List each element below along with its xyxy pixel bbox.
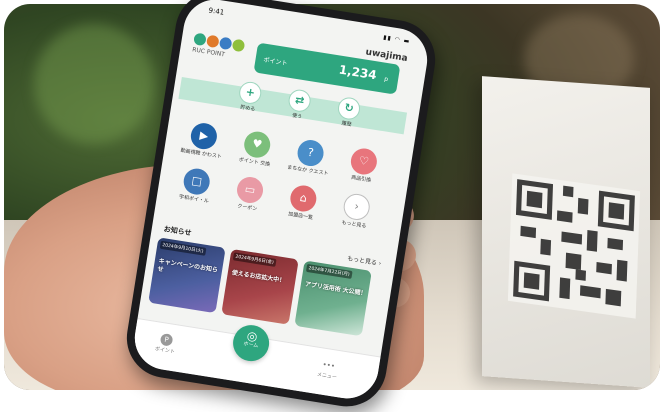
chevron-right-icon: › [341, 192, 372, 222]
use-button[interactable]: ⇄ 使う [277, 87, 321, 123]
point-icon: P [159, 332, 174, 347]
news-carousel: 2024年9月10日(火) キャンペーンのお知らせ 2024年9月6日(金) 使… [148, 237, 385, 338]
news-date: 2024年9月6日(金) [232, 252, 277, 267]
history-icon: ↻ [336, 95, 362, 122]
tab-menu-label: メニュー [316, 371, 338, 381]
menu-item-label: クーポン [236, 203, 258, 213]
app-screen: 9:41 ▮▮ ◠ ▬ uwajima RUC POINT ポイント 1,234… [130, 0, 432, 403]
earn-button[interactable]: + 貯める [227, 79, 271, 115]
status-icons: ▮▮ ◠ ▬ [382, 34, 411, 46]
menu-item-label: 商品引換 [350, 174, 372, 184]
menu-item-quest[interactable]: ? まちなか クエスト [280, 136, 340, 184]
news-heading: お知らせ [163, 225, 193, 238]
heart-icon: ♥ [242, 129, 273, 160]
coupon-icon: ▭ [235, 175, 265, 205]
menu-item-exchange[interactable]: ♥ ポイント 交換 [226, 128, 286, 176]
menu-item-video[interactable]: ▶ 動画視聴 かわスト [173, 119, 233, 167]
menu-grid: ▶ 動画視聴 かわスト ♥ ポイント 交換 ? まちなか クエスト ♡ 商品引換… [166, 119, 393, 238]
menu-item-label: 加盟店一覧 [287, 211, 314, 222]
menu-item-label: 動画視聴 かわスト [180, 147, 223, 161]
logo-dot [231, 38, 246, 53]
menu-item-uwapoi[interactable]: □ 宇和ポイ・ル [166, 165, 226, 213]
history-button[interactable]: ↻ 履歴 [326, 95, 370, 131]
news-card[interactable]: 2024年9月10日(火) キャンペーンのお知らせ [148, 237, 226, 314]
tab-point-label: ポイント [154, 346, 176, 356]
news-more-link[interactable]: もっと見る › [347, 253, 382, 267]
ruc-point-logo: RUC POINT [192, 32, 249, 61]
tab-menu[interactable]: ••• メニュー [316, 358, 339, 381]
menu-item-coupon[interactable]: ▭ クーポン [219, 173, 279, 221]
news-card[interactable]: 2024年7月22日(月) アプリ活用術 大公開！ [294, 260, 372, 337]
logo-dot [193, 32, 207, 47]
status-time: 9:41 [207, 6, 225, 17]
gift-icon: ♡ [349, 146, 379, 177]
news-title: 使えるお店拡大中！ [231, 269, 286, 285]
news-title: アプリ活用術 大公開！ [304, 280, 367, 298]
news-date: 2024年9月10日(火) [159, 240, 206, 256]
shuffle-icon: ⇄ [287, 88, 313, 114]
menu-item-label: ポイント 交換 [238, 156, 271, 168]
points-label: ポイント [262, 56, 288, 68]
logo-dot [205, 34, 220, 49]
qr-code [507, 173, 641, 319]
card-icon: □ [181, 166, 212, 197]
logo-dot [218, 36, 233, 51]
bokeh-light [34, 24, 154, 144]
news-card[interactable]: 2024年9月6日(金) 使えるお店拡大中！ [221, 248, 299, 325]
store-icon: ⌂ [288, 183, 319, 214]
menu-item-label: まちなか クエスト [286, 164, 329, 178]
news-date: 2024年7月22日(月) [305, 263, 353, 279]
tab-home[interactable]: ◎ ホーム [230, 322, 272, 364]
points-unit: p [383, 75, 389, 84]
menu-item-stores[interactable]: ⌂ 加盟店一覧 [272, 181, 332, 229]
plus-icon: + [237, 80, 263, 106]
play-icon: ▶ [189, 121, 219, 152]
points-value: 1,234 [337, 62, 378, 83]
tab-point[interactable]: P ポイント [154, 332, 177, 355]
map-icon: ? [295, 138, 326, 168]
news-title: キャンペーンのお知らせ [156, 257, 219, 274]
menu-dots-icon: ••• [321, 360, 336, 371]
menu-item-label: 宇和ポイ・ル [178, 194, 210, 205]
menu-item-label: もっと見る [341, 219, 367, 230]
menu-item-goods[interactable]: ♡ 商品引換 [333, 144, 393, 192]
menu-item-more[interactable]: › もっと見る [326, 190, 386, 238]
